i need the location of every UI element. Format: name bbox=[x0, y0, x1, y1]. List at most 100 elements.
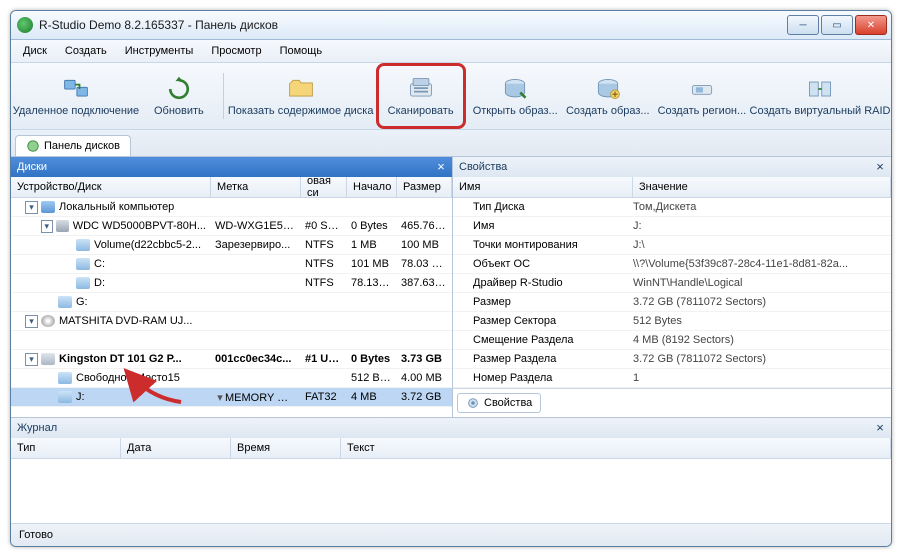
disk-start: 78.13 GB bbox=[347, 277, 397, 289]
open-image-button[interactable]: Открыть образ... bbox=[472, 66, 559, 126]
property-row[interactable]: ИмяJ: bbox=[453, 217, 891, 236]
disk-start: 0 Bytes bbox=[347, 353, 397, 365]
disk-size: 3.73 GB bbox=[397, 353, 452, 365]
disk-row[interactable]: D:NTFS78.13 GB387.63 GB bbox=[11, 274, 452, 293]
titlebar: R-Studio Demo 8.2.165337 - Панель дисков… bbox=[11, 11, 891, 40]
disk-fs: #0 SA... bbox=[301, 220, 347, 232]
disk-row[interactable]: Volume(d22cbbc5-2...Зарезервиро...NTFS1 … bbox=[11, 236, 452, 255]
menu-create[interactable]: Создать bbox=[57, 43, 115, 59]
menu-help[interactable]: Помощь bbox=[272, 43, 331, 59]
tree-expander[interactable]: ▾ bbox=[25, 201, 38, 214]
col-size[interactable]: Размер bbox=[397, 177, 452, 197]
hdd-icon bbox=[56, 220, 69, 232]
prop-value: J:\ bbox=[633, 239, 891, 251]
tab-properties[interactable]: Свойства bbox=[457, 393, 541, 413]
prop-value: 1 bbox=[633, 372, 891, 384]
disk-label: 001cc0ec34c... bbox=[215, 353, 291, 365]
disk-row[interactable] bbox=[11, 331, 452, 350]
col-prop-name[interactable]: Имя bbox=[453, 177, 633, 197]
scan-button[interactable]: Сканировать bbox=[376, 63, 466, 129]
col-type[interactable]: Тип bbox=[11, 438, 121, 458]
tree-expander[interactable]: ▾ bbox=[25, 315, 38, 328]
vol-icon bbox=[58, 372, 72, 384]
col-date[interactable]: Дата bbox=[121, 438, 231, 458]
disk-row[interactable]: ▾Kingston DT 101 G2 P...001cc0ec34c...#1… bbox=[11, 350, 452, 369]
disk-fs: NTFS bbox=[301, 277, 347, 289]
prop-name: Размер Сектора bbox=[453, 315, 633, 327]
journal-panel-close[interactable]: × bbox=[873, 421, 887, 435]
disk-start: 4 MB bbox=[347, 391, 397, 403]
create-image-icon bbox=[594, 75, 622, 103]
col-device[interactable]: Устройство/Диск bbox=[11, 177, 211, 197]
create-raid-button[interactable]: Создать виртуальный RAID bbox=[753, 66, 887, 126]
dropdown-icon[interactable]: ▾ bbox=[215, 391, 225, 404]
close-button[interactable]: ✕ bbox=[855, 15, 887, 35]
disk-name: WDC WD5000BPVT-80H... bbox=[73, 220, 206, 232]
property-row[interactable]: Объект ОС\\?\Volume{53f39c87-28c4-11e1-8… bbox=[453, 255, 891, 274]
disk-row[interactable]: ▾Локальный компьютер bbox=[11, 198, 452, 217]
property-row[interactable]: Размер Раздела3.72 GB (7811072 Sectors) bbox=[453, 350, 891, 369]
disk-size: 3.72 GB bbox=[397, 391, 452, 403]
disk-start: 512 Bytes bbox=[347, 372, 397, 384]
disk-panel-icon bbox=[26, 139, 40, 153]
disk-label: WD-WXG1E51J... bbox=[215, 220, 301, 232]
property-row[interactable]: Размер Сектора512 Bytes bbox=[453, 312, 891, 331]
create-image-button[interactable]: Создать образ... bbox=[565, 66, 651, 126]
disks-panel-close[interactable]: × bbox=[434, 160, 448, 174]
scan-icon bbox=[407, 75, 435, 103]
disk-row[interactable]: Свободное Место15512 Bytes4.00 MB bbox=[11, 369, 452, 388]
property-row[interactable]: Тип ДискаТом,Дискета bbox=[453, 198, 891, 217]
property-row[interactable]: Драйвер R-StudioWinNT\Handle\Logical bbox=[453, 274, 891, 293]
disks-grid-header: Устройство/Диск Метка овая си Начало Раз… bbox=[11, 177, 452, 198]
refresh-button[interactable]: Обновить bbox=[143, 66, 215, 126]
col-fs[interactable]: овая си bbox=[301, 177, 347, 197]
property-row[interactable]: Номер Раздела1 bbox=[453, 369, 891, 388]
journal-grid-body[interactable] bbox=[11, 459, 891, 523]
prop-value: 4 MB (8192 Sectors) bbox=[633, 334, 891, 346]
vol-icon bbox=[58, 296, 72, 308]
show-content-button[interactable]: Показать содержимое диска bbox=[232, 66, 370, 126]
prop-value: 512 Bytes bbox=[633, 315, 891, 327]
tab-disks-panel[interactable]: Панель дисков bbox=[15, 135, 131, 156]
disk-row[interactable]: C:NTFS101 MB78.03 GB bbox=[11, 255, 452, 274]
toolbar-separator bbox=[223, 73, 224, 119]
properties-panel-close[interactable]: × bbox=[873, 160, 887, 174]
journal-panel-header: Журнал × bbox=[11, 418, 891, 438]
col-start[interactable]: Начало bbox=[347, 177, 397, 197]
property-row[interactable]: Точки монтированияJ:\ bbox=[453, 236, 891, 255]
disk-row[interactable]: G: bbox=[11, 293, 452, 312]
col-text[interactable]: Текст bbox=[341, 438, 891, 458]
main-tabstrip: Панель дисков bbox=[11, 130, 891, 157]
maximize-button[interactable]: ▭ bbox=[821, 15, 853, 35]
tree-expander[interactable]: ▾ bbox=[41, 220, 53, 233]
statusbar: Готово bbox=[11, 523, 891, 546]
props-grid-body[interactable]: Тип ДискаТом,ДискетаИмяJ:Точки монтирова… bbox=[453, 198, 891, 388]
menu-tools[interactable]: Инструменты bbox=[117, 43, 202, 59]
tree-expander[interactable]: ▾ bbox=[25, 353, 38, 366]
disk-size: 4.00 MB bbox=[397, 372, 452, 384]
property-row[interactable]: Размер3.72 GB (7811072 Sectors) bbox=[453, 293, 891, 312]
computer-icon bbox=[41, 201, 55, 213]
col-time[interactable]: Время bbox=[231, 438, 341, 458]
col-prop-value[interactable]: Значение bbox=[633, 177, 891, 197]
disk-start: 0 Bytes bbox=[347, 220, 397, 232]
property-row[interactable]: Смещение Раздела4 MB (8192 Sectors) bbox=[453, 331, 891, 350]
remote-connect-button[interactable]: Удаленное подключение bbox=[15, 66, 137, 126]
disks-grid-body[interactable]: ▾Локальный компьютер▾WDC WD5000BPVT-80H.… bbox=[11, 198, 452, 417]
disk-row[interactable]: ▾MATSHITA DVD-RAM UJ... bbox=[11, 312, 452, 331]
menu-disk[interactable]: Диск bbox=[15, 43, 55, 59]
region-icon bbox=[688, 75, 716, 103]
create-region-button[interactable]: Создать регион... bbox=[657, 66, 747, 126]
disk-row[interactable]: ▾ WDC WD5000BPVT-80H... WD-WXG1E51J...#0 S… bbox=[11, 217, 452, 236]
properties-tabstrip: Свойства bbox=[453, 388, 891, 417]
minimize-button[interactable]: ─ bbox=[787, 15, 819, 35]
prop-name: Тип Диска bbox=[453, 201, 633, 213]
disk-size: 465.76 GB bbox=[397, 220, 452, 232]
open-image-icon bbox=[501, 75, 529, 103]
disk-row[interactable]: J:▾MEMORY CARDFAT324 MB3.72 GB bbox=[11, 388, 452, 407]
toolbar: Удаленное подключение Обновить Показать … bbox=[11, 63, 891, 130]
col-label[interactable]: Метка bbox=[211, 177, 301, 197]
app-window: R-Studio Demo 8.2.165337 - Панель дисков… bbox=[10, 10, 892, 547]
prop-name: Размер bbox=[453, 296, 633, 308]
menu-view[interactable]: Просмотр bbox=[203, 43, 269, 59]
